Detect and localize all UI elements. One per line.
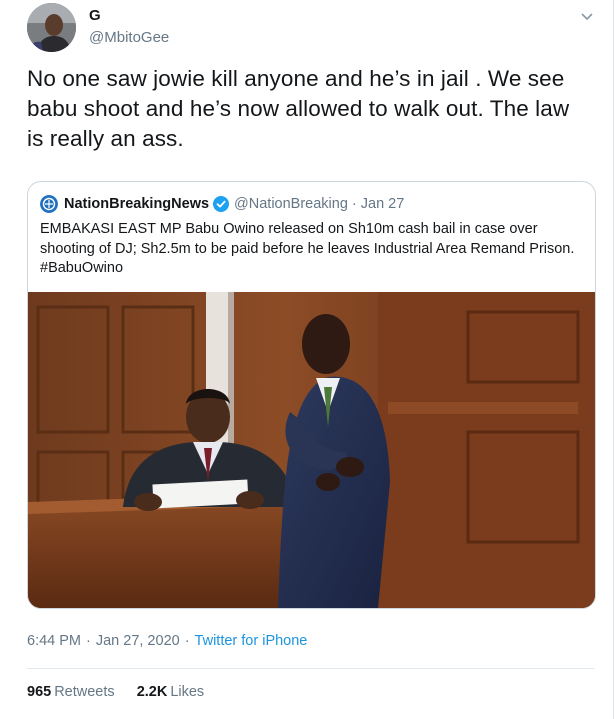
separator-dot: · bbox=[184, 633, 190, 649]
quoted-tweet-date: Jan 27 bbox=[360, 196, 405, 212]
likes-label: Likes bbox=[170, 684, 205, 700]
verified-badge-icon bbox=[213, 196, 230, 212]
quoted-text-line: shooting of DJ; Sh2.5m to be paid before… bbox=[40, 240, 575, 257]
likes-stat[interactable]: 2.2K Likes bbox=[137, 684, 205, 700]
tweet-time[interactable]: 6:44 PM bbox=[27, 633, 81, 649]
quoted-author-handle: @NationBreaking bbox=[234, 196, 348, 212]
author-display-name[interactable]: G bbox=[89, 7, 101, 24]
retweets-count: 965 bbox=[27, 684, 52, 700]
quoted-text-line: #BabuOwino bbox=[40, 260, 124, 276]
quoted-author-avatar bbox=[40, 195, 58, 213]
retweets-label: Retweets bbox=[54, 684, 115, 700]
separator-dot: · bbox=[86, 633, 91, 649]
author-handle[interactable]: @MbitoGee bbox=[89, 29, 169, 46]
divider bbox=[27, 668, 594, 669]
tweet: G @MbitoGee No one saw jowie kill anyone… bbox=[0, 0, 614, 719]
quoted-tweet-card[interactable]: NationBreakingNews @NationBreaking · Jan… bbox=[27, 181, 596, 609]
likes-count: 2.2K bbox=[136, 684, 168, 700]
quoted-text-line: EMBAKASI EAST MP Babu Owino released on … bbox=[40, 221, 538, 237]
quoted-tweet-photo[interactable] bbox=[28, 292, 595, 608]
author-avatar[interactable] bbox=[27, 3, 76, 52]
separator-dot: · bbox=[351, 196, 357, 212]
quoted-author-name: NationBreakingNews bbox=[64, 196, 210, 212]
chevron-down-icon[interactable] bbox=[578, 8, 596, 26]
tweet-metadata: 6:44 PM · Jan 27, 2020 · Twitter for iPhone bbox=[27, 633, 307, 649]
tweet-stats: 965 Retweets 2.2K Likes bbox=[27, 684, 222, 700]
tweet-source-link[interactable]: Twitter for iPhone bbox=[195, 633, 308, 649]
tweet-text: No one saw jowie kill anyone and he’s in… bbox=[27, 66, 570, 151]
quoted-tweet-header: NationBreakingNews @NationBreaking · Jan… bbox=[40, 194, 404, 214]
retweets-stat[interactable]: 965 Retweets bbox=[27, 684, 115, 700]
quoted-tweet-text: EMBAKASI EAST MP Babu Owino released on … bbox=[40, 220, 585, 279]
tweet-date[interactable]: Jan 27, 2020 bbox=[96, 633, 180, 649]
